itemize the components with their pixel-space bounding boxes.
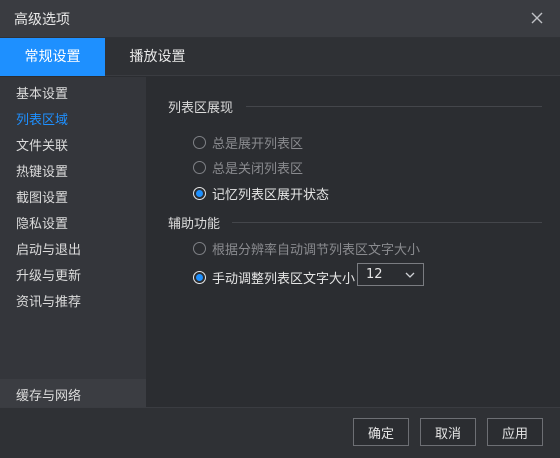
sidebar-item-basic[interactable]: 基本设置 — [16, 83, 68, 102]
radio-auto-font-size[interactable]: 根据分辨率自动调节列表区文字大小 — [193, 239, 420, 258]
sidebar-item-label: 缓存与网络 — [16, 389, 82, 404]
title-bar: 高级选项 — [0, 0, 560, 38]
radio-button[interactable] — [193, 161, 206, 174]
radio-label: 总是展开列表区 — [212, 137, 304, 152]
window-title: 高级选项 — [14, 12, 70, 28]
radio-manual-font-size[interactable]: 手动调整列表区文字大小 — [193, 268, 355, 287]
close-icon[interactable] — [528, 9, 546, 27]
sidebar-item-news[interactable]: 资讯与推荐 — [16, 291, 81, 310]
radio-button[interactable] — [193, 187, 206, 200]
ok-button[interactable]: 确定 — [353, 418, 409, 446]
section-divider — [232, 222, 542, 223]
radio-label: 手动调整列表区文字大小 — [212, 272, 356, 287]
sidebar-item-file-association[interactable]: 文件关联 — [16, 135, 68, 154]
cancel-button[interactable]: 取消 — [420, 418, 476, 446]
dialog-footer: 确定 取消 应用 — [0, 407, 560, 458]
radio-always-expand[interactable]: 总是展开列表区 — [193, 133, 303, 152]
apply-button[interactable]: 应用 — [487, 418, 543, 446]
radio-label: 记忆列表区展开状态 — [212, 188, 330, 203]
sidebar-item-hotkeys[interactable]: 热键设置 — [16, 161, 68, 180]
sidebar-item-screenshot[interactable]: 截图设置 — [16, 187, 68, 206]
sidebar-item-privacy[interactable]: 隐私设置 — [16, 213, 68, 232]
radio-label: 根据分辨率自动调节列表区文字大小 — [212, 243, 421, 258]
tab-bar: 常规设置 播放设置 — [0, 38, 560, 76]
sidebar: 基本设置 列表区域 文件关联 热键设置 截图设置 隐私设置 启动与退出 升级与更… — [0, 77, 146, 407]
sidebar-item-cache-network[interactable]: 缓存与网络 — [0, 379, 146, 407]
radio-remember-state[interactable]: 记忆列表区展开状态 — [193, 184, 329, 203]
font-size-select[interactable]: 12 — [357, 263, 424, 286]
radio-button[interactable] — [193, 242, 206, 255]
settings-panel: 列表区展现 总是展开列表区 总是关闭列表区 记忆列表区展开状态 辅助功能 根据分… — [146, 77, 560, 407]
sidebar-item-list-area[interactable]: 列表区域 — [16, 109, 68, 128]
section-divider — [246, 106, 542, 107]
radio-button[interactable] — [193, 271, 206, 284]
tab-playback-settings[interactable]: 播放设置 — [105, 38, 210, 76]
chevron-down-icon — [405, 272, 415, 278]
radio-always-close[interactable]: 总是关闭列表区 — [193, 158, 303, 177]
radio-button[interactable] — [193, 136, 206, 149]
select-value: 12 — [366, 267, 383, 282]
tab-general-settings[interactable]: 常规设置 — [0, 38, 105, 76]
radio-label: 总是关闭列表区 — [212, 162, 304, 177]
sidebar-item-updates[interactable]: 升级与更新 — [16, 265, 81, 284]
section-title-list-display: 列表区展现 — [168, 101, 234, 116]
section-title-assist: 辅助功能 — [168, 217, 221, 232]
sidebar-item-startup-exit[interactable]: 启动与退出 — [16, 239, 81, 258]
